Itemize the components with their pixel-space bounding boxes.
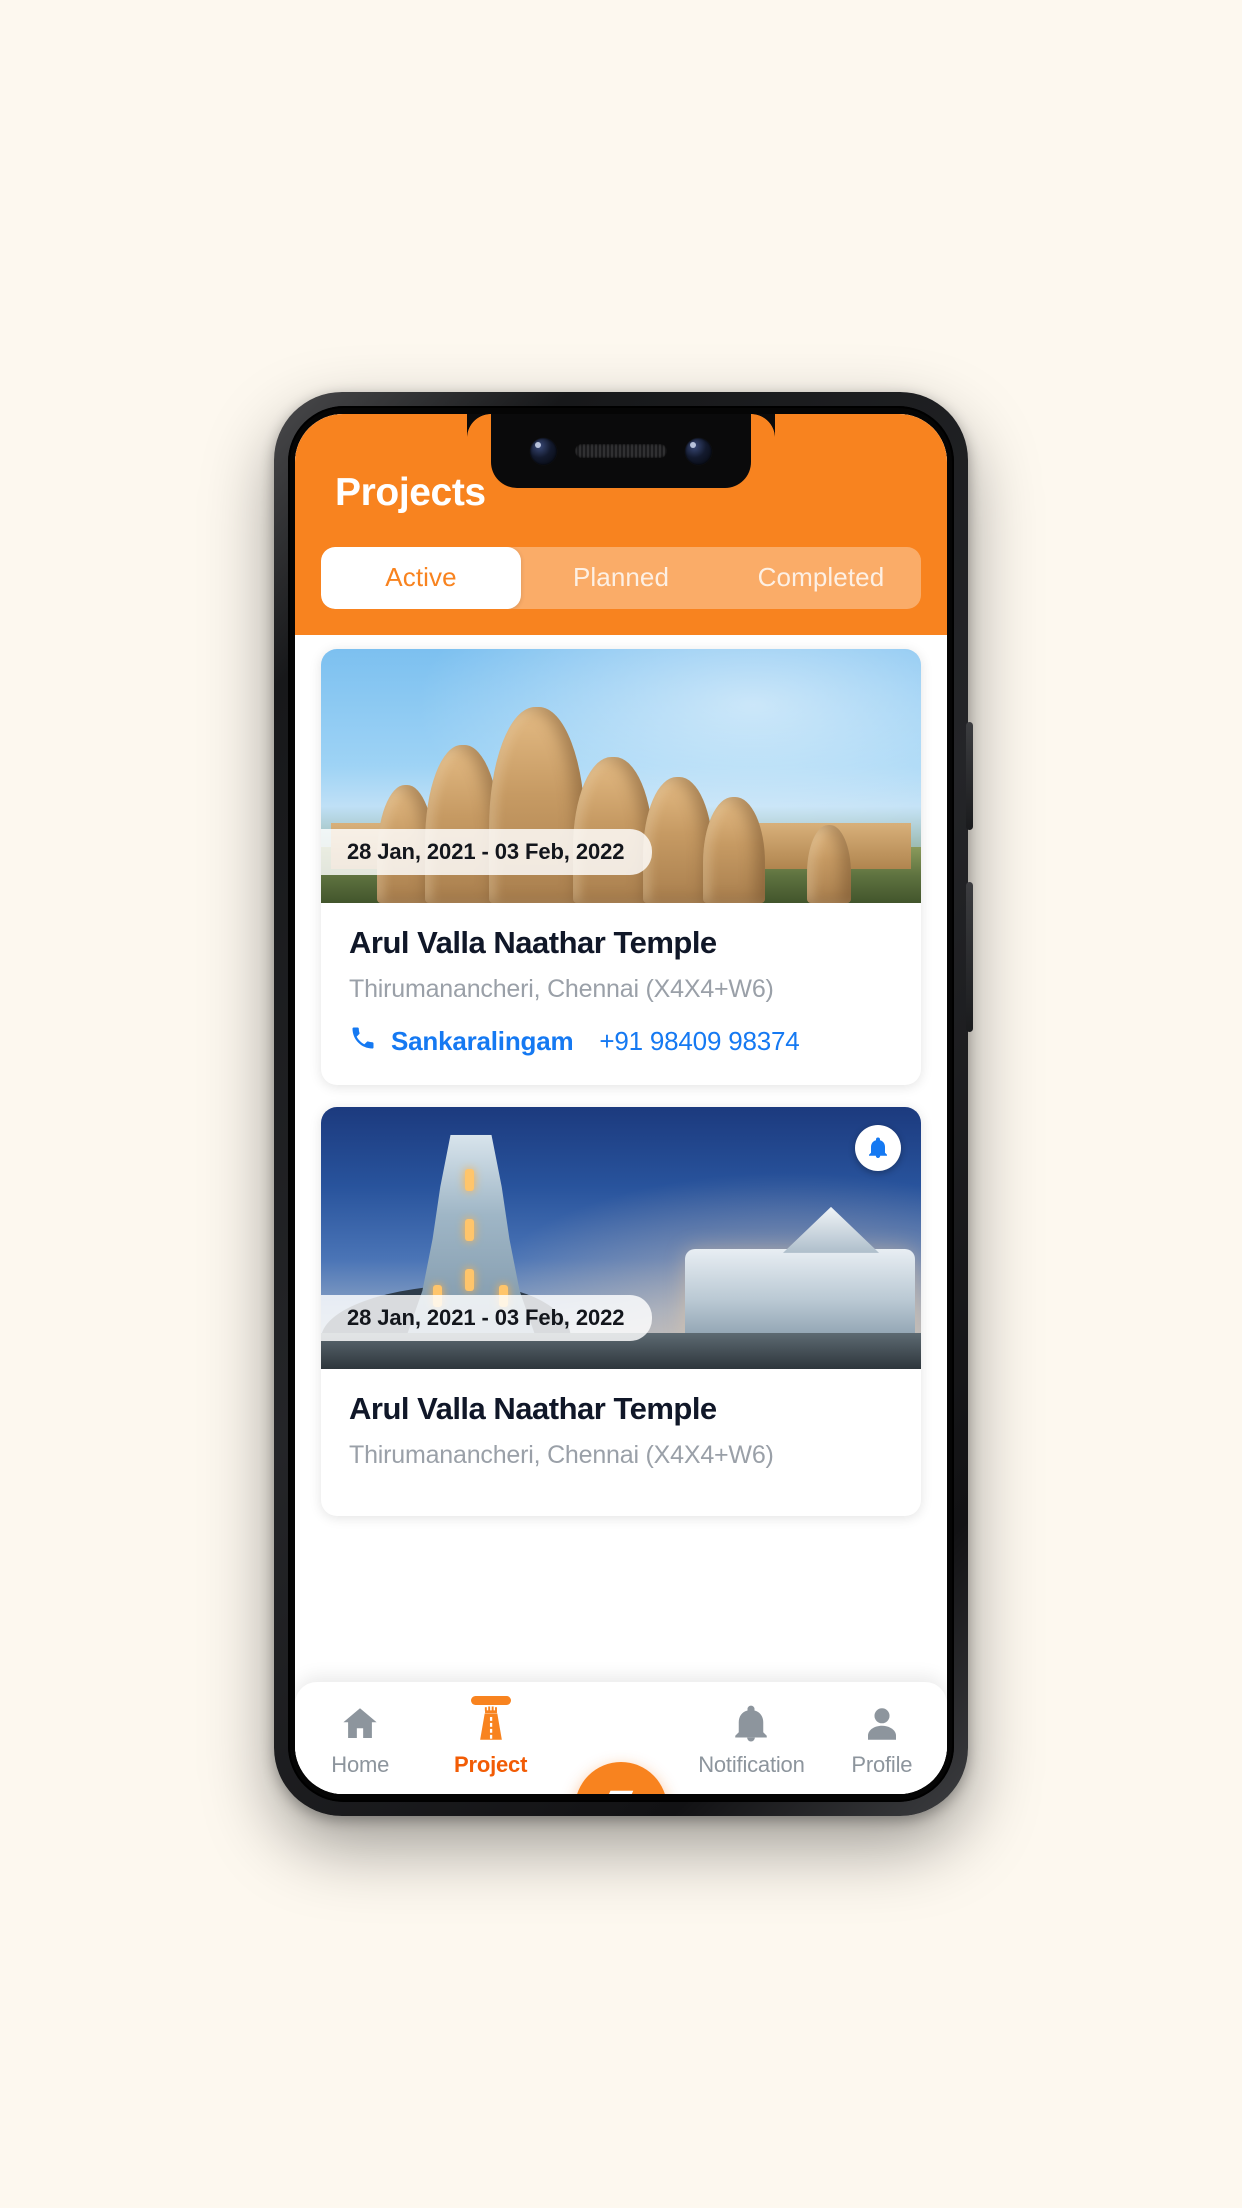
phone-icon [349, 1024, 377, 1059]
project-status-tabs[interactable]: Active Planned Completed [321, 546, 921, 609]
volume-button[interactable] [966, 882, 973, 1032]
nav-item-notification[interactable]: Notification [686, 1682, 816, 1780]
front-camera-icon [530, 437, 557, 465]
bottom-navigation: Home Project Notification Profile [295, 1682, 947, 1794]
power-button[interactable] [966, 722, 973, 830]
photo-temple-hall [685, 1248, 915, 1335]
front-camera-secondary-icon [685, 437, 712, 465]
temple-icon [470, 1701, 512, 1745]
app-content: Projects Active Planned Completed 28 Jan… [295, 414, 947, 1794]
nav-item-project[interactable]: Project [425, 1682, 555, 1780]
project-card-body: Arul Valla Naathar Temple Thirumanancher… [321, 1369, 921, 1516]
notification-bell-button[interactable] [855, 1124, 901, 1171]
project-photo: 28 Jan, 2021 - 03 Feb, 2022 [321, 648, 921, 903]
nav-label-profile: Profile [851, 1752, 913, 1777]
active-tab-indicator [470, 1696, 511, 1705]
bell-icon [730, 1701, 772, 1745]
project-date-badge: 28 Jan, 2021 - 03 Feb, 2022 [321, 828, 653, 875]
project-list[interactable]: 28 Jan, 2021 - 03 Feb, 2022 Arul Valla N… [295, 634, 947, 1682]
contact-name: Sankaralingam [391, 1025, 574, 1056]
contact-phone[interactable]: +91 98409 98374 [599, 1026, 799, 1057]
project-date-badge: 28 Jan, 2021 - 03 Feb, 2022 [321, 1294, 653, 1341]
device-notch [467, 414, 751, 488]
earpiece-speaker-icon [575, 444, 667, 458]
phone-device: Projects Active Planned Completed 28 Jan… [274, 392, 973, 1816]
nav-item-home[interactable]: Home [295, 1682, 425, 1780]
project-contact-row[interactable]: Sankaralingam +91 98409 98374 [349, 1024, 893, 1059]
nav-item-profile[interactable]: Profile [817, 1682, 947, 1780]
home-icon [339, 1701, 381, 1745]
project-location: Thirumanancheri, Chennai (X4X4+W6) [349, 1440, 774, 1469]
tab-planned[interactable]: Planned [521, 547, 721, 609]
phone-bezel: Projects Active Planned Completed 28 Jan… [288, 406, 954, 1802]
tab-completed[interactable]: Completed [721, 547, 921, 609]
project-card-body: Arul Valla Naathar Temple Thirumanancher… [321, 903, 921, 1085]
project-location: Thirumanancheri, Chennai (X4X4+W6) [349, 974, 774, 1003]
nav-label-project: Project [454, 1752, 528, 1777]
nav-label-home: Home [331, 1752, 390, 1777]
phone-screen: Projects Active Planned Completed 28 Jan… [295, 414, 947, 1794]
project-name: Arul Valla Naathar Temple [349, 1390, 717, 1426]
project-photo: 28 Jan, 2021 - 03 Feb, 2022 [321, 1106, 921, 1369]
tab-active[interactable]: Active [321, 546, 521, 609]
person-icon [861, 1701, 903, 1745]
rupee-fab-button[interactable]: ₹ [575, 1762, 668, 1795]
project-card[interactable]: 28 Jan, 2021 - 03 Feb, 2022 Arul Valla N… [321, 648, 921, 1085]
project-name: Arul Valla Naathar Temple [349, 924, 717, 960]
nav-label-notification: Notification [698, 1752, 805, 1777]
rupee-icon: ₹ [608, 1787, 635, 1795]
project-card[interactable]: 28 Jan, 2021 - 03 Feb, 2022 Arul Valla N… [321, 1106, 921, 1516]
